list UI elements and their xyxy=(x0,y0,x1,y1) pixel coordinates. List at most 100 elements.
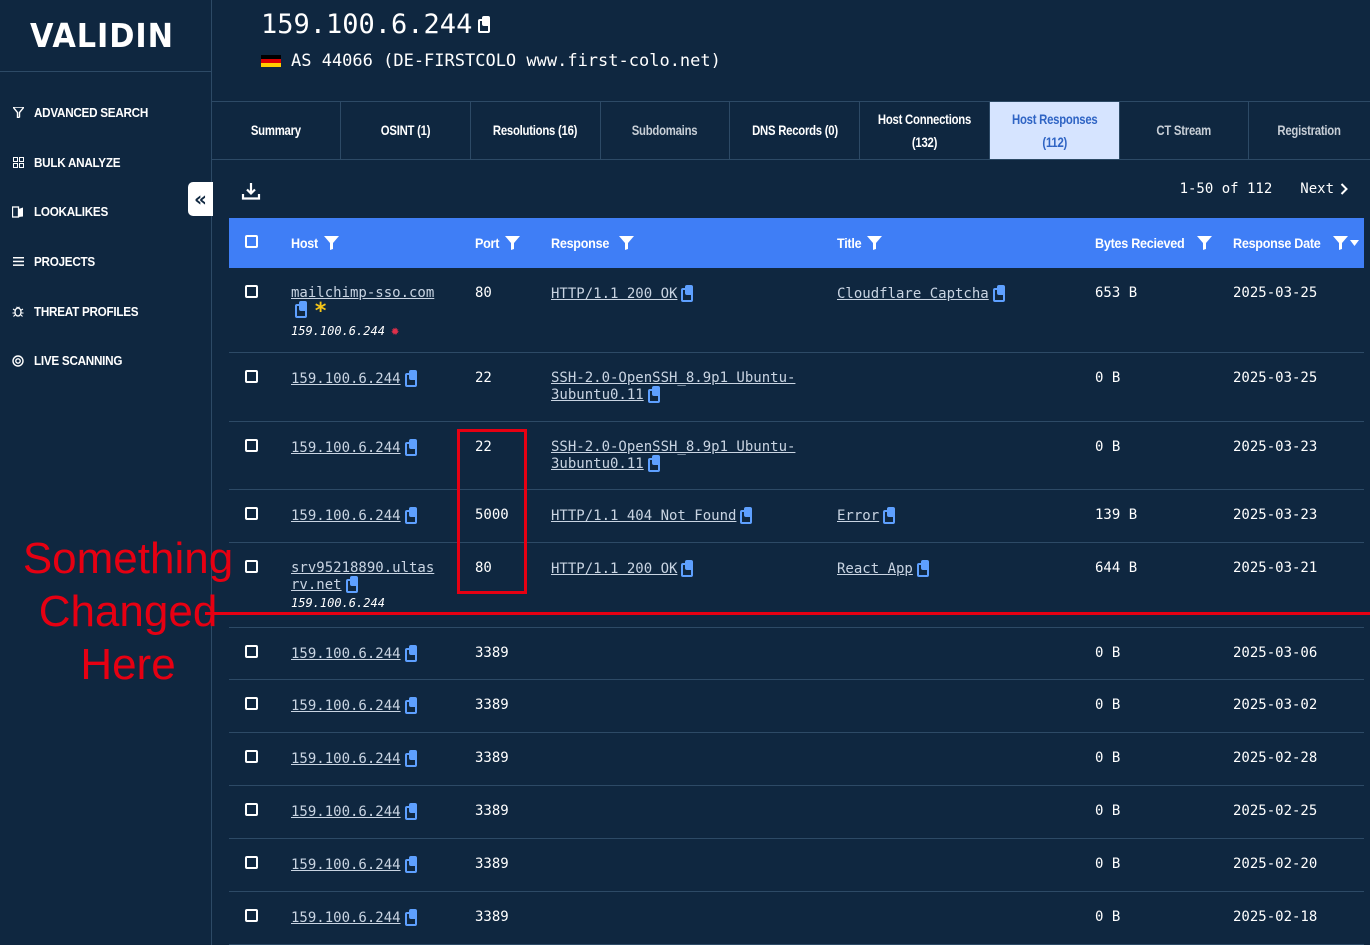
copy-icon[interactable] xyxy=(404,856,418,873)
column-header-response[interactable]: Response xyxy=(551,218,634,268)
copy-icon[interactable] xyxy=(478,15,494,34)
copy-icon[interactable] xyxy=(681,560,694,577)
filter-icon[interactable] xyxy=(867,236,883,250)
host-cell: 159.100.6.244 xyxy=(291,439,451,456)
host-ip: 159.100.6.244 xyxy=(291,595,451,611)
row-checkbox[interactable] xyxy=(245,909,258,922)
response-link[interactable]: HTTP/1.1 200 OK xyxy=(551,561,677,577)
filter-icon[interactable] xyxy=(504,236,520,250)
copy-icon[interactable] xyxy=(681,285,694,302)
host-link[interactable]: 159.100.6.244 xyxy=(291,440,401,456)
copy-icon[interactable] xyxy=(404,909,418,926)
response-link[interactable]: HTTP/1.1 404 Not Found xyxy=(551,508,736,524)
sidebar-item-live-scanning[interactable]: LIVE SCANNING xyxy=(0,336,212,386)
copy-icon[interactable] xyxy=(740,507,753,524)
tab-count: (132) xyxy=(911,133,938,150)
row-checkbox[interactable] xyxy=(245,439,258,452)
row-checkbox[interactable] xyxy=(245,370,258,383)
select-all-checkbox[interactable] xyxy=(245,235,258,248)
sidebar-item-lookalikes[interactable]: LOOKALIKES xyxy=(0,187,212,237)
copy-icon[interactable] xyxy=(883,507,896,524)
host-cell: 159.100.6.244 xyxy=(291,645,451,662)
sidebar-item-projects[interactable]: PROJECTS xyxy=(0,237,212,287)
response-link[interactable]: 3ubuntu0.11 xyxy=(551,387,644,403)
logo[interactable]: VALIDIN xyxy=(0,0,211,72)
copy-icon[interactable] xyxy=(647,455,661,472)
row-checkbox[interactable] xyxy=(245,856,258,869)
threat-icon[interactable]: ✹ xyxy=(391,323,399,339)
bytes-cell: 139 B xyxy=(1095,507,1138,523)
response-link[interactable]: SSH-2.0-OpenSSH_8.9p1 Ubuntu- xyxy=(551,370,795,386)
column-header-bytes-recieved[interactable]: Bytes Recieved xyxy=(1095,218,1213,268)
host-link[interactable]: 159.100.6.244 xyxy=(291,698,401,714)
next-page-button[interactable]: Next xyxy=(1300,181,1348,197)
table-row: srv95218890.ultas rv.net 159.100.6.244 80 HT… xyxy=(229,543,1364,628)
tab-host-responses[interactable]: Host Responses (112) xyxy=(990,102,1120,159)
sidebar-item-bulk-analyze[interactable]: BULK ANALYZE xyxy=(0,138,212,188)
host-link[interactable]: 159.100.6.244 xyxy=(291,371,401,387)
host-link[interactable]: 159.100.6.244 xyxy=(291,857,401,873)
copy-icon[interactable] xyxy=(647,386,661,403)
row-checkbox[interactable] xyxy=(245,750,258,763)
column-header-response-date[interactable]: Response Date xyxy=(1233,218,1360,268)
title-link[interactable]: Cloudflare Captcha xyxy=(837,286,989,302)
copy-icon[interactable] xyxy=(404,645,418,662)
host-link[interactable]: mailchimp-sso.com xyxy=(291,285,434,301)
host-link[interactable]: 159.100.6.244 xyxy=(291,508,401,524)
collapse-sidebar-button[interactable]: « xyxy=(188,182,213,216)
tab-resolutions-16[interactable]: Resolutions (16) xyxy=(471,102,601,159)
title-cell: React App xyxy=(837,560,930,577)
host-link[interactable]: 159.100.6.244 xyxy=(291,910,401,926)
row-checkbox[interactable] xyxy=(245,507,258,520)
row-checkbox[interactable] xyxy=(245,697,258,710)
host-link[interactable]: 159.100.6.244 xyxy=(291,646,401,662)
download-icon[interactable] xyxy=(241,181,261,201)
tab-registration[interactable]: Registration xyxy=(1249,102,1370,159)
tab-host-connections[interactable]: Host Connections (132) xyxy=(860,102,990,159)
filter-icon[interactable] xyxy=(1333,236,1349,250)
host-link[interactable]: 159.100.6.244 xyxy=(291,804,401,820)
column-header-port[interactable]: Port xyxy=(475,218,520,268)
row-checkbox[interactable] xyxy=(245,285,258,298)
copy-icon[interactable] xyxy=(992,285,1006,302)
tab-subdomains[interactable]: Subdomains xyxy=(601,102,730,159)
title-link[interactable]: React App xyxy=(837,561,913,577)
filter-icon[interactable] xyxy=(1197,236,1213,250)
copy-icon[interactable] xyxy=(404,697,418,714)
tab-dns-records-0[interactable]: DNS Records (0) xyxy=(730,102,860,159)
copy-icon[interactable] xyxy=(404,507,418,524)
logo-text: VALIDIN xyxy=(30,16,174,55)
radar-icon xyxy=(11,354,25,368)
title-link[interactable]: Error xyxy=(837,508,879,524)
copy-icon[interactable] xyxy=(295,301,308,318)
response-link[interactable]: 3ubuntu0.11 xyxy=(551,456,644,472)
filter-icon[interactable] xyxy=(323,236,339,250)
date-cell: 2025-03-06 xyxy=(1233,645,1318,661)
row-checkbox[interactable] xyxy=(245,645,258,658)
tab-ct-stream[interactable]: CT Stream xyxy=(1120,102,1249,159)
tab-summary[interactable]: Summary xyxy=(212,102,341,159)
copy-icon[interactable] xyxy=(404,803,418,820)
row-checkbox[interactable] xyxy=(245,803,258,816)
copy-icon[interactable] xyxy=(404,750,418,767)
response-link[interactable]: SSH-2.0-OpenSSH_8.9p1 Ubuntu- xyxy=(551,439,795,455)
annotation-line: Changed xyxy=(38,587,218,636)
response-link[interactable]: HTTP/1.1 200 OK xyxy=(551,286,677,302)
copy-icon[interactable] xyxy=(404,439,418,456)
column-header-title[interactable]: Title xyxy=(837,218,883,268)
host-link[interactable]: rv.net xyxy=(291,577,342,593)
tab-osint-1[interactable]: OSINT (1) xyxy=(341,102,471,159)
sidebar-item-threat-profiles[interactable]: THREAT PROFILES xyxy=(0,286,212,336)
sidebar-item-advanced-search[interactable]: ADVANCED SEARCH xyxy=(0,88,212,138)
host-link[interactable]: 159.100.6.244 xyxy=(291,751,401,767)
copy-icon[interactable] xyxy=(916,560,930,577)
filter-icon[interactable] xyxy=(618,236,634,250)
copy-icon[interactable] xyxy=(345,576,359,593)
row-checkbox[interactable] xyxy=(245,560,258,573)
column-header-label: Response Date xyxy=(1233,235,1321,251)
copy-icon[interactable] xyxy=(404,370,418,387)
host-link[interactable]: srv95218890.ultas xyxy=(291,560,434,576)
sort-desc-icon[interactable] xyxy=(1350,240,1360,246)
column-header-host[interactable]: Host xyxy=(291,218,339,268)
port-cell: 22 xyxy=(475,370,492,386)
